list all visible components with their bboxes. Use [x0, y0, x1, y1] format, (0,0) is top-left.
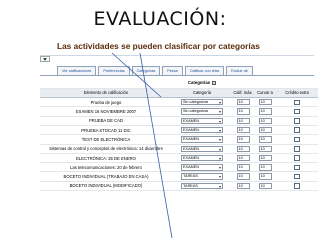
- pointer-lines: [111, 52, 173, 239]
- pointer-line-right: [139, 52, 173, 239]
- pointer-line-left: [111, 52, 162, 98]
